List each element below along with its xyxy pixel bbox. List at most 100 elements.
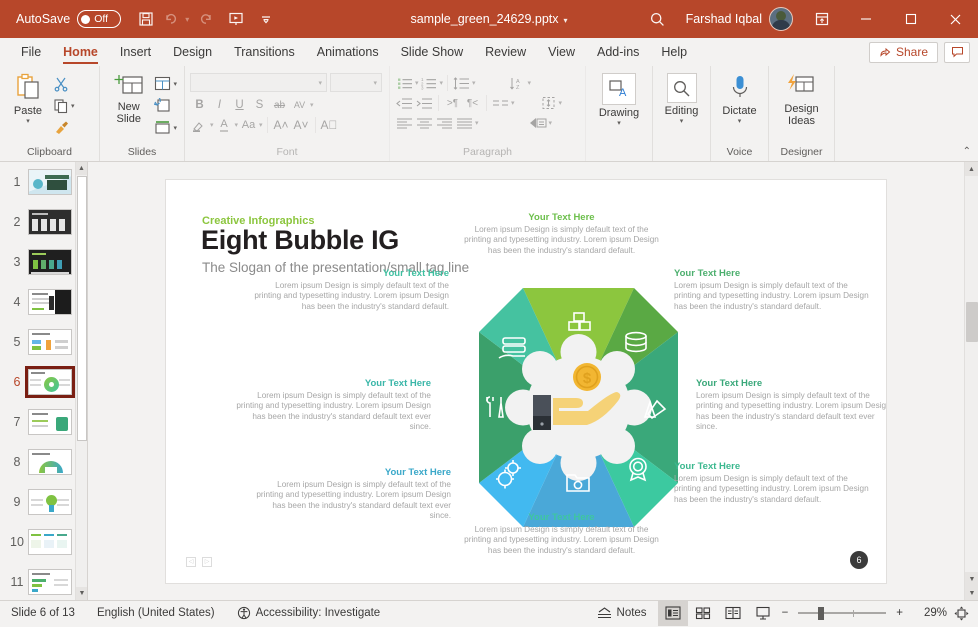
- right-to-left-icon[interactable]: ¶<: [463, 93, 482, 113]
- thumbnail-item[interactable]: 11: [0, 562, 87, 600]
- fit-slide-to-window-button[interactable]: [947, 601, 978, 625]
- callout-bottom-right[interactable]: Your Text Here Lorem ipsum Design is sim…: [674, 461, 869, 506]
- bullets-dropdown-icon[interactable]: ▾: [415, 79, 419, 87]
- autosave-control[interactable]: AutoSave Off: [16, 10, 122, 28]
- callout-right[interactable]: Your Text Here Lorem ipsum Design is sim…: [696, 378, 886, 433]
- thumbnail-image[interactable]: [28, 449, 72, 475]
- tab-file[interactable]: File: [10, 38, 52, 66]
- language-indicator[interactable]: English (United States): [86, 601, 226, 625]
- left-to-right-icon[interactable]: >¶: [443, 93, 462, 113]
- thumbnail-image[interactable]: [28, 409, 72, 435]
- numbering-icon[interactable]: 123: [420, 73, 439, 93]
- character-spacing-button[interactable]: AV: [290, 95, 309, 115]
- line-spacing-dropdown-icon[interactable]: ▾: [472, 79, 476, 87]
- text-shadow-button[interactable]: S: [250, 95, 269, 115]
- callout-bottom-left[interactable]: Your Text Here Lorem ipsum Design is sim…: [256, 467, 451, 522]
- line-spacing-icon[interactable]: [452, 73, 471, 93]
- redo-icon[interactable]: [191, 4, 221, 34]
- callout-bottom[interactable]: Your Text Here Lorem ipsum Design is sim…: [464, 512, 659, 557]
- tab-add-ins[interactable]: Add-ins: [586, 38, 650, 66]
- tab-design[interactable]: Design: [162, 38, 223, 66]
- slide-canvas[interactable]: Creative Infographics Eight Bubble IG Th…: [165, 178, 887, 584]
- tab-home[interactable]: Home: [52, 38, 109, 66]
- align-text-icon[interactable]: [539, 93, 558, 113]
- align-center-icon[interactable]: [415, 113, 434, 133]
- tab-review[interactable]: Review: [474, 38, 537, 66]
- paste-button[interactable]: Paste ▾: [5, 71, 51, 125]
- zoom-slider[interactable]: [798, 601, 887, 626]
- thumbnail-image[interactable]: [28, 169, 72, 195]
- thumbnail-item[interactable]: 7: [0, 402, 87, 442]
- justify-icon[interactable]: [455, 113, 474, 133]
- zoom-slider-handle[interactable]: [818, 606, 825, 620]
- columns-dropdown-icon[interactable]: ▾: [511, 99, 515, 107]
- columns-icon[interactable]: [491, 93, 510, 113]
- format-painter-button[interactable]: [51, 117, 77, 138]
- thumbnail-item[interactable]: 1: [0, 162, 87, 202]
- convert-to-smartart-icon[interactable]: [529, 113, 548, 133]
- ribbon-display-options-icon[interactable]: [807, 4, 837, 34]
- change-case-dropdown-icon[interactable]: ▾: [259, 121, 263, 129]
- thumbnail-image[interactable]: [25, 366, 75, 398]
- editing-dropdown-icon[interactable]: ▾: [680, 117, 684, 125]
- start-presentation-icon[interactable]: [221, 4, 251, 34]
- align-text-dropdown-icon[interactable]: ▾: [559, 99, 563, 107]
- thumbnail-item[interactable]: 3: [0, 242, 87, 282]
- thumbnail-image[interactable]: [28, 209, 72, 235]
- copy-button[interactable]: ▾: [51, 95, 77, 116]
- normal-view-button[interactable]: [657, 600, 688, 626]
- smartart-dropdown-icon[interactable]: ▾: [549, 119, 553, 127]
- decrease-font-size-button[interactable]: A˅: [292, 115, 311, 135]
- tab-animations[interactable]: Animations: [306, 38, 390, 66]
- slide-thumbnail-pane[interactable]: 1 2 3 4 5 6 7 8 9 10 11 ▲ ▼: [0, 162, 88, 600]
- notes-button[interactable]: Notes: [586, 601, 658, 625]
- new-slide-button[interactable]: New Slide: [105, 71, 152, 125]
- thumbnail-item-selected[interactable]: 6: [0, 362, 87, 402]
- slide-sorter-button[interactable]: [688, 601, 718, 626]
- eight-bubble-wheel[interactable]: $: [471, 280, 686, 535]
- align-left-icon[interactable]: [395, 113, 414, 133]
- drawing-button[interactable]: A Drawing ▾: [591, 71, 647, 127]
- italic-button[interactable]: I: [210, 95, 229, 115]
- vertical-scroll-thumb[interactable]: [966, 302, 978, 342]
- font-color-button[interactable]: A: [215, 115, 234, 135]
- layout-dropdown-icon[interactable]: ▾: [173, 80, 177, 88]
- thumbnail-item[interactable]: 5: [0, 322, 87, 362]
- scroll-down-arrow-icon[interactable]: ▼: [76, 587, 87, 600]
- undo-icon[interactable]: ▾: [161, 4, 191, 34]
- sort-dropdown-icon[interactable]: ▾: [528, 79, 532, 87]
- thumbnail-image[interactable]: [28, 489, 72, 515]
- design-ideas-button[interactable]: Design Ideas: [774, 71, 829, 127]
- callout-top-right[interactable]: Your Text Here Lorem ipsum Design is sim…: [674, 268, 869, 313]
- slide-counter[interactable]: Slide 6 of 13: [0, 601, 86, 625]
- tab-insert[interactable]: Insert: [109, 38, 162, 66]
- font-color-dropdown-icon[interactable]: ▾: [235, 121, 239, 129]
- change-case-button[interactable]: Aa: [239, 115, 258, 135]
- thumbnail-item[interactable]: 8: [0, 442, 87, 482]
- justify-dropdown-icon[interactable]: ▾: [475, 119, 479, 127]
- next-slide-button[interactable]: ▼: [965, 586, 978, 600]
- increase-font-size-button[interactable]: A˄: [272, 115, 291, 135]
- tab-transitions[interactable]: Transitions: [223, 38, 306, 66]
- slideshow-view-button[interactable]: [748, 601, 778, 626]
- dictate-button[interactable]: Dictate ▾: [716, 71, 763, 125]
- editing-button[interactable]: Editing ▾: [658, 71, 705, 125]
- share-button[interactable]: Share: [868, 41, 938, 63]
- nav-prev-button[interactable]: ◁: [186, 556, 196, 567]
- zoom-out-button[interactable]: −: [778, 601, 793, 625]
- reset-button[interactable]: [152, 95, 179, 116]
- reading-view-button[interactable]: [718, 601, 748, 626]
- highlight-dropdown-icon[interactable]: ▾: [210, 121, 214, 129]
- thumbnail-image[interactable]: [28, 329, 72, 355]
- slide-vertical-scrollbar[interactable]: ▲ ▼ ▼: [964, 162, 978, 600]
- callout-left[interactable]: Your Text Here Lorem ipsum Design is sim…: [236, 378, 431, 433]
- thumbnail-image[interactable]: [28, 249, 72, 275]
- paste-dropdown-icon[interactable]: ▾: [26, 117, 30, 125]
- font-name-input[interactable]: ▾: [190, 73, 327, 92]
- thumbnail-item[interactable]: 2: [0, 202, 87, 242]
- cut-button[interactable]: [51, 73, 77, 94]
- strikethrough-button[interactable]: ab: [270, 95, 289, 115]
- accessibility-status[interactable]: Accessibility: Investigate: [226, 601, 392, 625]
- text-highlight-icon[interactable]: [190, 115, 209, 135]
- underline-button[interactable]: U: [230, 95, 249, 115]
